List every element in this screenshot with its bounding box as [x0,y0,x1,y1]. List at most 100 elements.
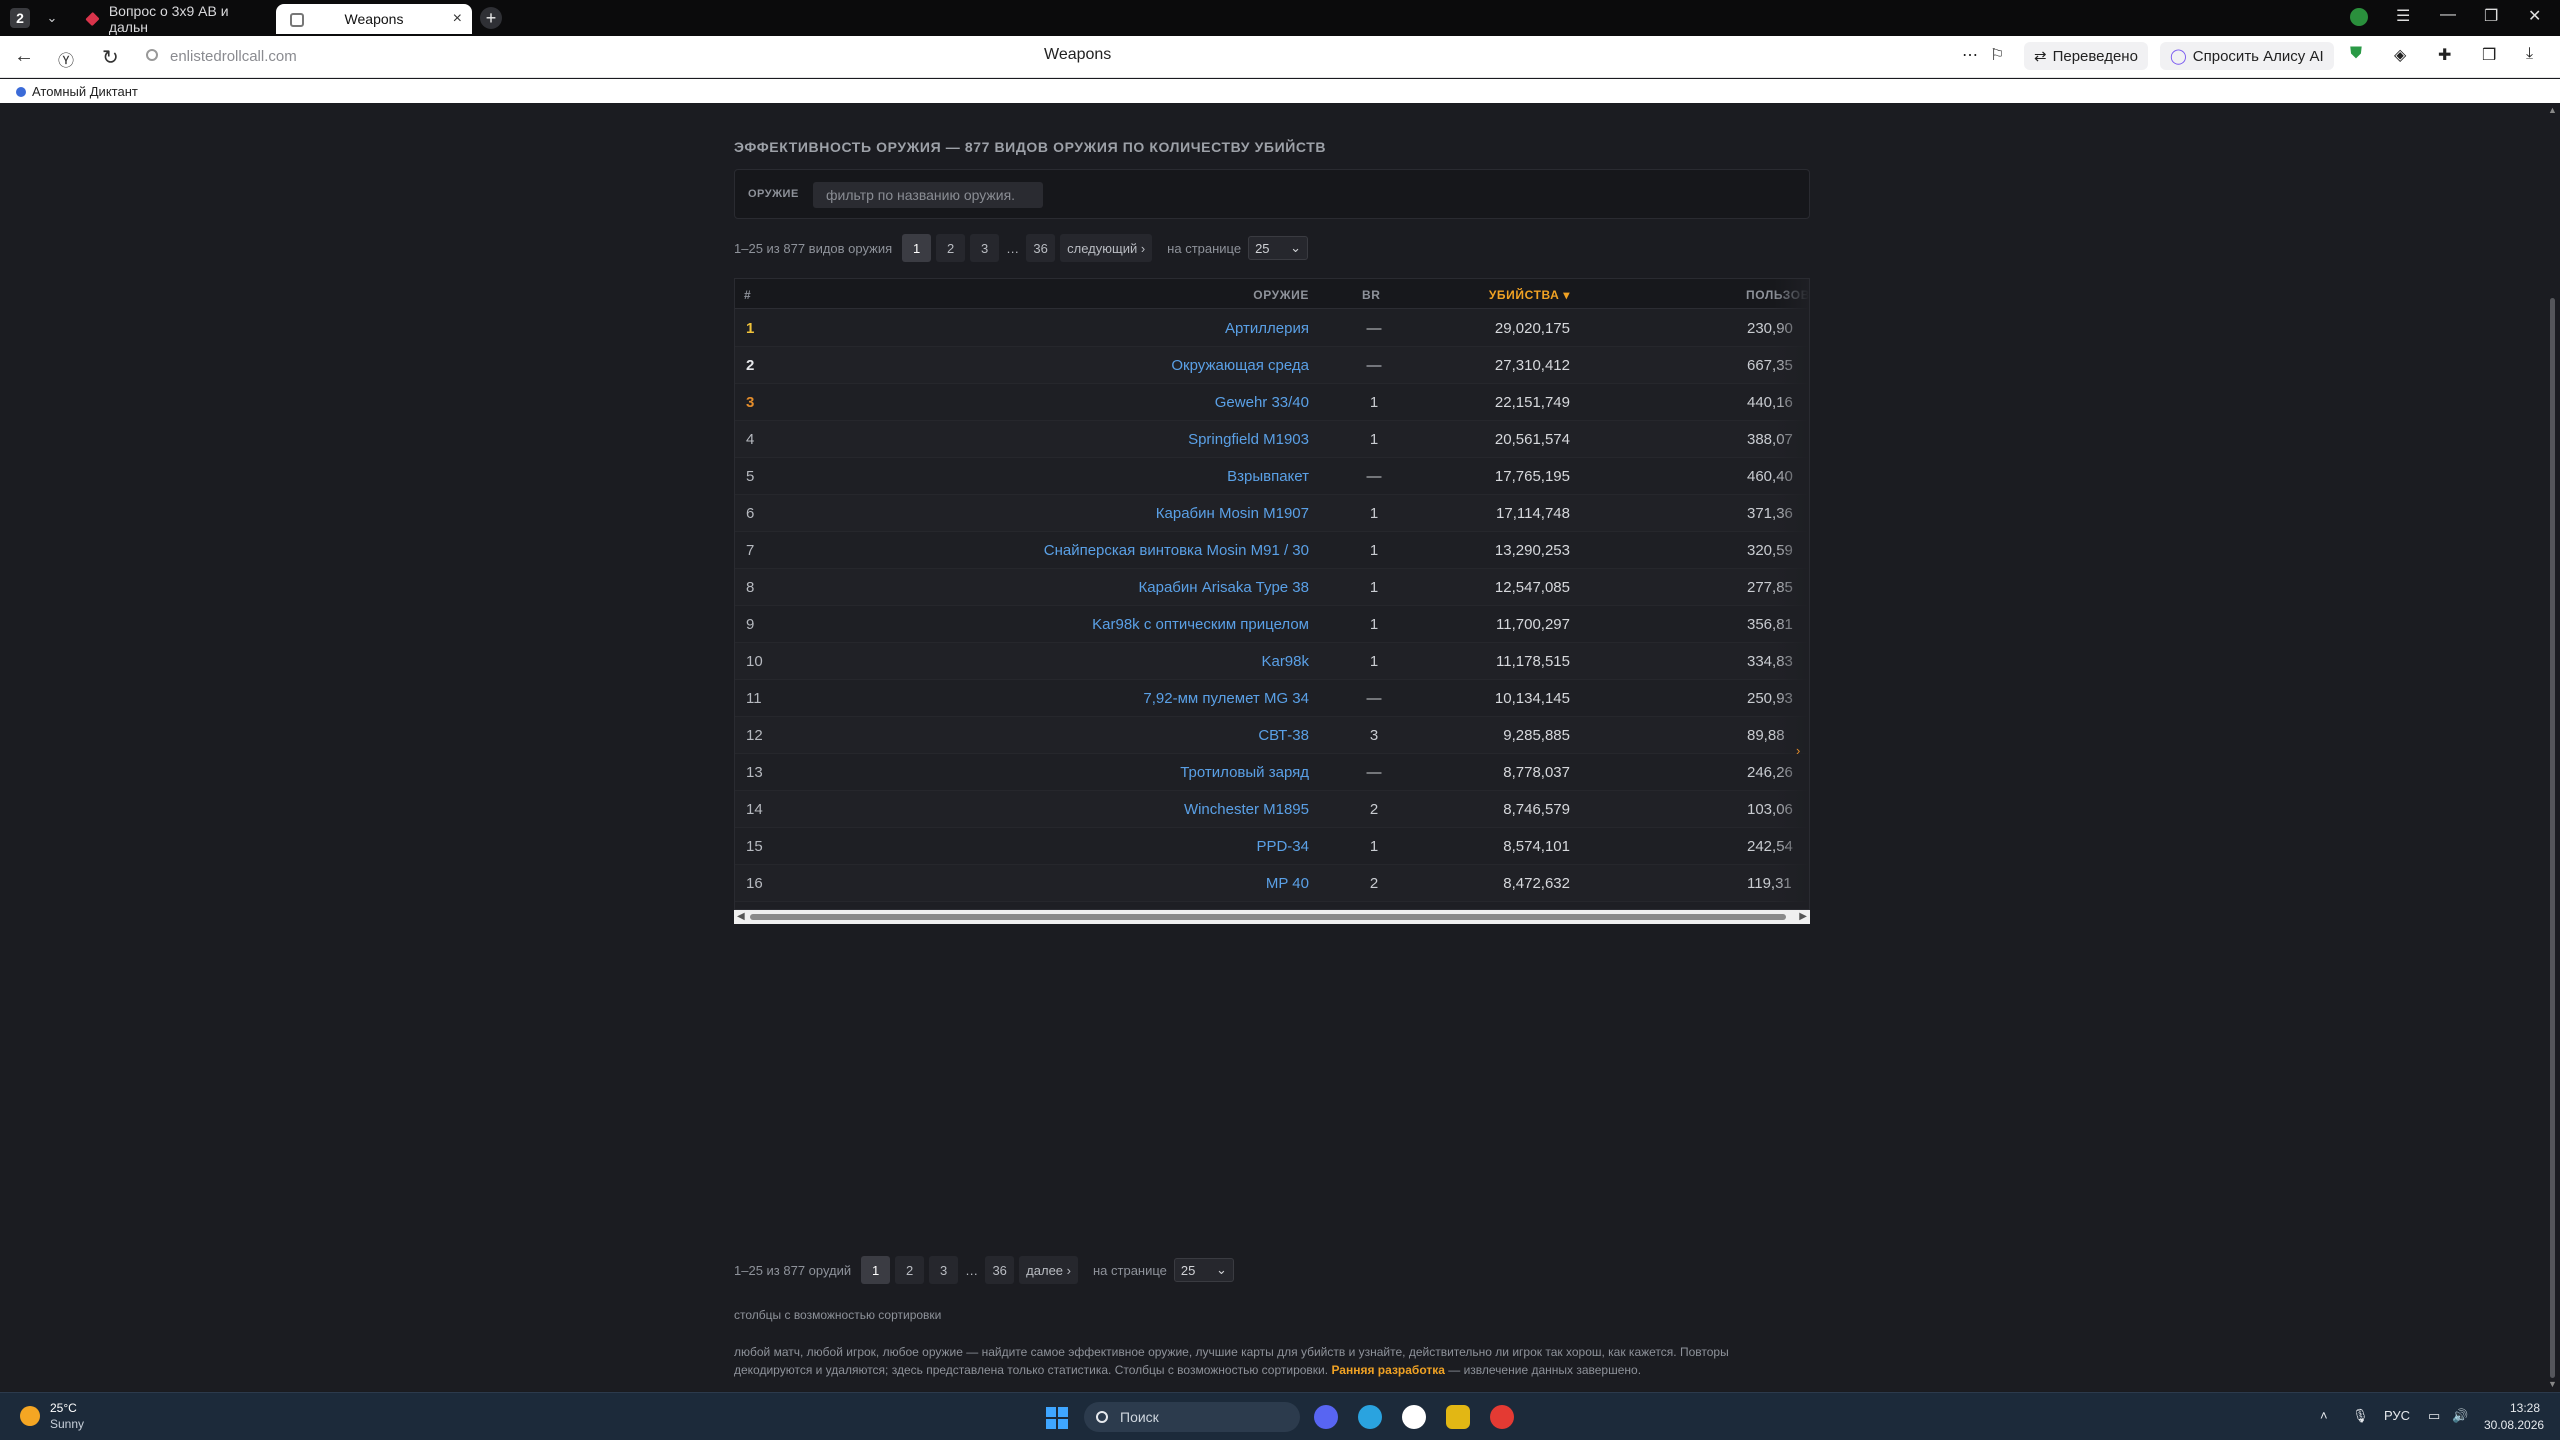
scroll-down-icon[interactable]: ▼ [2548,1379,2557,1389]
site-info-icon[interactable] [146,49,158,61]
weapon-link[interactable]: СВТ-38 [1258,727,1309,744]
col-rank[interactable]: # [744,288,751,302]
weapon-link[interactable]: Карабин Mosin M1907 [1156,505,1309,522]
discord-icon[interactable] [1314,1405,1338,1429]
clock[interactable]: 13:28 30.08.2026 [2484,1400,2544,1434]
page-button-2[interactable]: 2 [936,234,966,262]
puzzle-icon[interactable]: ✚ [2438,45,2451,65]
volume-icon[interactable]: 🔊 [2452,1408,2468,1424]
mic-icon[interactable]: 🎙 [2352,1408,2369,1424]
ask-alice-button[interactable]: ◯ Спросить Алису AI [2160,42,2334,70]
close-icon[interactable]: × [453,10,462,28]
col-weapon[interactable]: ОРУЖИЕ [1253,288,1309,302]
tab-weapons[interactable]: Weapons × [276,4,472,34]
weapon-link[interactable]: Карабин Arisaka Type 38 [1139,579,1309,596]
back-icon[interactable]: ← [14,45,34,68]
table-row: 1 Артиллерия — 29,020,175 230,90 [735,310,1809,347]
col-kills[interactable]: УБИЙСТВА ▾ [1489,288,1570,302]
kills-cell: 8,778,037 [1503,764,1570,781]
taskbar-search[interactable]: Поиск [1084,1402,1300,1432]
minimize-icon[interactable]: — [2440,6,2456,24]
windows-start-icon[interactable] [1046,1407,1068,1429]
page-content: ЭФФЕКТИВНОСТЬ ОРУЖИЯ — 877 ВИДОВ ОРУЖИЯ … [0,103,2546,1391]
scroll-right-icon[interactable]: ▶ [1799,911,1807,922]
br-cell: 2 [1369,801,1379,818]
scroll-left-icon[interactable]: ◀ [737,911,745,922]
weapon-link[interactable]: Окружающая среда [1171,357,1309,374]
weapon-link[interactable]: Gewehr 33/40 [1215,394,1309,411]
users-cell: 667,35 [1747,357,1793,374]
scroll-up-icon[interactable]: ▲ [2548,105,2557,115]
weapon-link[interactable]: Kar98k [1261,653,1309,670]
weather-temp[interactable]: 25°C [50,1401,77,1415]
weapon-link[interactable]: MP 40 [1266,875,1309,892]
scroll-right-icon[interactable]: › [1796,743,1800,758]
page-button-1[interactable]: 1 [861,1256,891,1284]
scroll-thumb[interactable] [750,914,1786,920]
shield-icon[interactable]: ⛊ [2350,45,2362,63]
col-br[interactable]: BR [1362,288,1381,302]
sun-icon[interactable] [20,1406,40,1426]
vertical-scrollbar[interactable]: ▲ ▼ [2546,103,2560,1391]
weapon-link[interactable]: Взрывпакет [1227,468,1309,485]
page-button-2[interactable]: 2 [895,1256,925,1284]
download-icon[interactable]: ⤓ [2526,45,2533,63]
weapon-link[interactable]: Springfield M1903 [1188,431,1309,448]
tab-counter[interactable]: 2 [10,8,30,28]
br-cell: 1 [1369,431,1379,448]
users-cell: 242,54 [1747,838,1793,855]
restore-icon[interactable]: ❐ [2484,6,2498,26]
weapon-link[interactable]: 7,92-мм пулемет MG 34 [1143,690,1309,707]
bookmark-item[interactable]: Атомный Диктант [16,84,138,99]
new-tab-button[interactable]: + [480,7,502,29]
page-button-last[interactable]: 36 [985,1256,1015,1284]
next-page-button[interactable]: далее › [1019,1256,1078,1284]
more-icon[interactable]: ⋯ [1962,45,1978,65]
kills-cell: 17,114,748 [1496,505,1570,522]
weather-desc[interactable]: Sunny [50,1417,84,1431]
yandex-active-icon[interactable] [1490,1405,1514,1429]
col-users[interactable]: ПОЛЬЗОВАТЕЛ [1746,288,1809,302]
weapon-link[interactable]: Артиллерия [1225,320,1309,337]
protect-icon[interactable] [2350,8,2368,26]
next-page-button[interactable]: следующий › [1060,234,1153,262]
page-button-1[interactable]: 1 [902,234,932,262]
filter-label: ОРУЖИЕ [748,188,799,200]
chevron-down-icon[interactable]: ⌄ [42,8,62,28]
page-button-3[interactable]: 3 [970,234,1000,262]
url-text[interactable]: enlistedrollcall.com [170,48,297,65]
per-page-select[interactable]: 25 ⌄ [1248,236,1309,260]
rank-cell: 6 [746,505,755,522]
telegram-icon[interactable] [1358,1405,1382,1429]
lang-indicator[interactable]: РУС [2384,1408,2410,1423]
bookmark-icon[interactable]: ⚐ [1990,45,2004,65]
bookmarks-bar: Атомный Диктант [0,79,2560,103]
weapon-link[interactable]: PPD-34 [1256,838,1309,855]
reload-icon[interactable]: ↻ [102,45,119,70]
yandex-icon[interactable]: Ⓨ [58,47,74,71]
yandex-browser-icon[interactable] [1402,1405,1426,1429]
per-page-select[interactable]: 25 ⌄ [1173,1258,1234,1282]
weapon-link[interactable]: Winchester M1895 [1184,801,1309,818]
close-window-icon[interactable]: ✕ [2528,6,2541,26]
weapon-filter-input[interactable] [813,182,1043,208]
page-button-3[interactable]: 3 [929,1256,959,1284]
translated-button[interactable]: ⇄ Переведено [2024,42,2148,70]
menu-icon[interactable]: ☰ [2396,6,2410,26]
app-icon[interactable] [1446,1405,1470,1429]
tab-question[interactable]: Вопрос о 3x9 АВ и дальн [74,3,270,35]
collections-icon[interactable]: ❒ [2482,45,2496,65]
weapon-link[interactable]: Kar98k с оптическим прицелом [1092,616,1309,633]
users-cell: 230,90 [1747,320,1793,337]
site-favicon-icon [85,11,100,27]
tray-chevron-icon[interactable]: ˄ [2320,1408,2328,1423]
horizontal-scrollbar[interactable]: ◀ ▶ [734,910,1810,924]
extension-icon[interactable]: ◈ [2394,45,2406,65]
network-icon[interactable]: ▭ [2428,1408,2440,1424]
clock-time: 13:28 [2509,1401,2540,1415]
page-button-last[interactable]: 36 [1026,234,1056,262]
scroll-thumb[interactable] [2550,298,2555,1378]
weapon-link[interactable]: Тротиловый заряд [1180,764,1309,781]
weapon-link[interactable]: Снайперская винтовка Mosin M91 / 30 [1044,542,1309,559]
br-cell: 1 [1369,579,1379,596]
